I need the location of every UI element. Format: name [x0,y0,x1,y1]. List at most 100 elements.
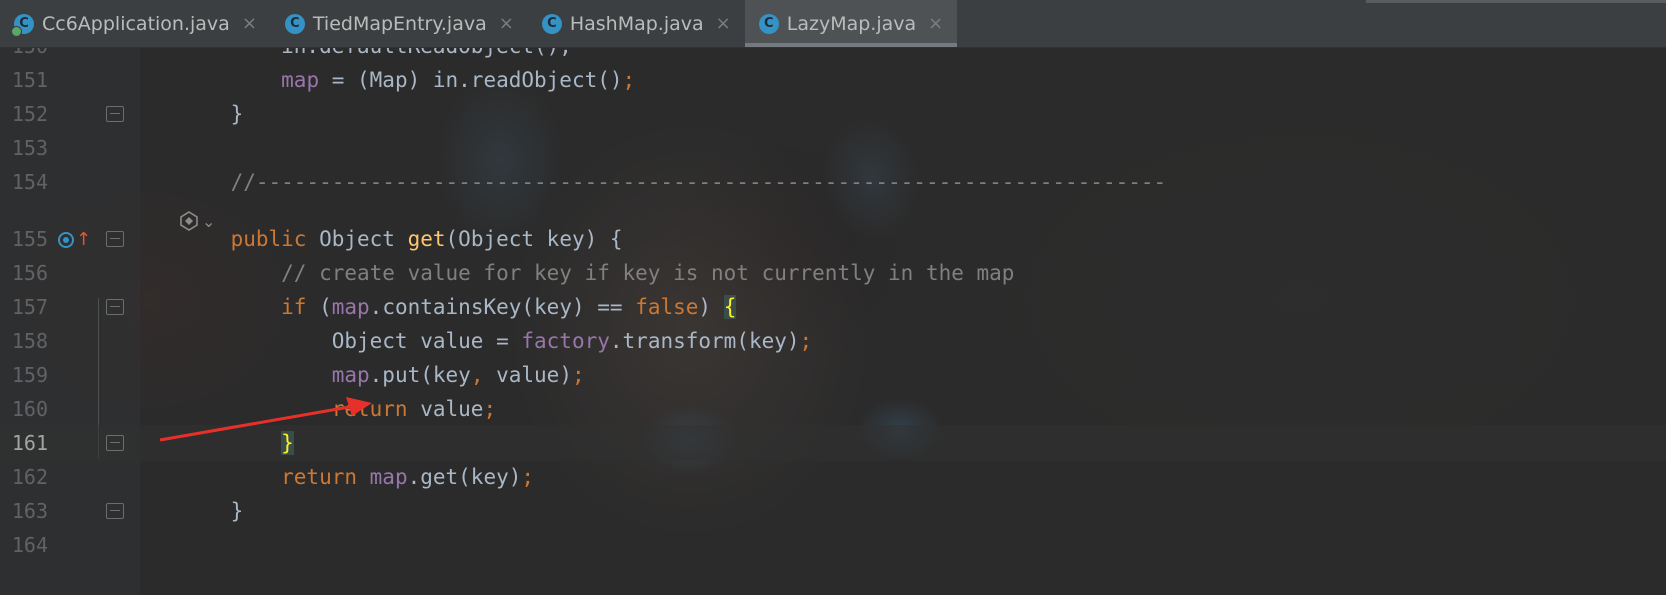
code-line[interactable]: 158 Object value = factory.transform(key… [0,323,1666,359]
fold-marker-icon[interactable] [106,503,124,519]
line-number: 151 [11,68,48,92]
line-number: 153 [11,136,48,160]
inlay-hint[interactable]: ⌄ [178,208,215,234]
line-number: 162 [11,465,48,489]
code-line[interactable]: 156 // create value for key if key is no… [0,255,1666,291]
fold-marker-icon[interactable] [106,231,124,247]
code-token: } [180,499,244,523]
close-icon[interactable]: × [499,13,514,34]
line-number: 154 [11,170,48,194]
ai-assist-icon [180,211,198,231]
code-line[interactable]: 154 //----------------------------------… [0,164,1666,200]
line-number: 160 [11,397,48,421]
tab-label: Cc6Application.java [42,12,230,35]
tab-tiedmapentry[interactable]: C TiedMapEntry.java × [271,0,528,47]
code-text: if (map.containsKey(key) == false) { [180,295,737,319]
tab-label: LazyMap.java [786,12,917,35]
code-token: get [407,227,446,251]
gutter-markers: ↑ [58,229,91,250]
code-line[interactable]: 153 [0,130,1666,166]
code-text: map.put(key, value); [180,363,585,387]
code-text: //--------------------------------------… [180,170,1167,194]
code-line[interactable]: 152 } [0,96,1666,132]
code-text: } [180,431,294,455]
code-line[interactable]: 155 ↑ public Object get(Object key) { [0,221,1666,257]
code-token: ; [799,329,813,353]
tab-lazymap[interactable]: C LazyMap.java × [744,0,958,47]
line-number: 159 [11,363,48,387]
java-class-icon: C [284,13,305,34]
code-token: (Object key) { [445,227,623,251]
code-line[interactable]: 163 } [0,493,1666,529]
code-token: map [369,465,408,489]
code-token: Object [319,227,408,251]
close-icon[interactable]: × [242,13,257,34]
code-editor[interactable]: 150 in.defaultReadObject();151 map = (Ma… [0,34,1666,595]
code-token: = (Map) in.readObject() [319,68,623,92]
code-token: value) [496,363,572,387]
line-number: 164 [11,533,48,557]
code-token: factory [521,329,610,353]
code-token: { [723,295,737,319]
chevron-down-icon: ⌄ [202,211,216,231]
code-token: Object value = [180,329,522,353]
code-token: ; [483,397,497,421]
code-token: map [281,68,320,92]
tab-label: TiedMapEntry.java [312,12,487,35]
code-token: } [281,431,294,455]
tabbar-scroll-indicator [1366,0,1666,6]
code-token: .get(key) [407,465,522,489]
java-class-icon: C [11,13,34,37]
code-text: return map.get(key); [180,465,534,489]
up-arrow-icon[interactable]: ↑ [76,229,91,250]
line-number: 156 [11,261,48,285]
tab-cc6application[interactable]: C Cc6Application.java × [0,0,271,47]
code-text: public Object get(Object key) { [180,227,623,251]
code-text: } [180,102,244,126]
code-token: .put(key [369,363,471,387]
code-token: ; [622,68,636,92]
code-token: return [180,465,370,489]
fold-marker-icon[interactable] [106,435,124,451]
close-icon[interactable]: × [928,13,943,34]
code-token: value [420,397,484,421]
code-token: ; [521,465,535,489]
line-number: 152 [11,102,48,126]
fold-marker-icon[interactable] [106,106,124,122]
code-token: , [470,363,497,387]
code-line[interactable]: 164 [0,527,1666,563]
java-class-icon: C [541,13,562,34]
code-text: map = (Map) in.readObject(); [180,68,635,92]
code-text: return value; [180,397,496,421]
code-token: ( [319,295,332,319]
editor-tab-bar: C Cc6Application.java × C TiedMapEntry.java ×… [0,0,1666,48]
code-token: //--------------------------------------… [180,170,1167,194]
code-text: // create value for key if key is not cu… [180,261,1014,285]
code-text: } [180,499,244,523]
java-class-icon: C [758,13,779,34]
code-line[interactable]: 157 if (map.containsKey(key) == false) { [0,289,1666,325]
code-line[interactable]: 162 return map.get(key); [0,459,1666,495]
code-text: Object value = factory.transform(key); [180,329,813,353]
line-number: 155 [11,227,48,251]
code-token: ; [571,363,585,387]
close-icon[interactable]: × [716,13,731,34]
implements-method-icon[interactable] [58,231,74,248]
tab-hashmap[interactable]: C HashMap.java × [528,0,745,47]
line-number: 157 [11,295,48,319]
fold-marker-icon[interactable] [106,299,124,315]
code-token: } [180,102,244,126]
line-number: 158 [11,329,48,353]
code-line[interactable]: 160 return value; [0,391,1666,427]
code-token: .containsKey(key) == [369,295,636,319]
code-token: // create value for key if key is not cu… [180,261,1015,285]
code-line[interactable]: 161 } [0,425,1666,461]
line-number: 163 [11,499,48,523]
code-token: return [180,397,421,421]
code-line[interactable]: 151 map = (Map) in.readObject(); [0,62,1666,98]
code-line[interactable]: 159 map.put(key, value); [0,357,1666,393]
line-number: 161 [11,431,48,455]
